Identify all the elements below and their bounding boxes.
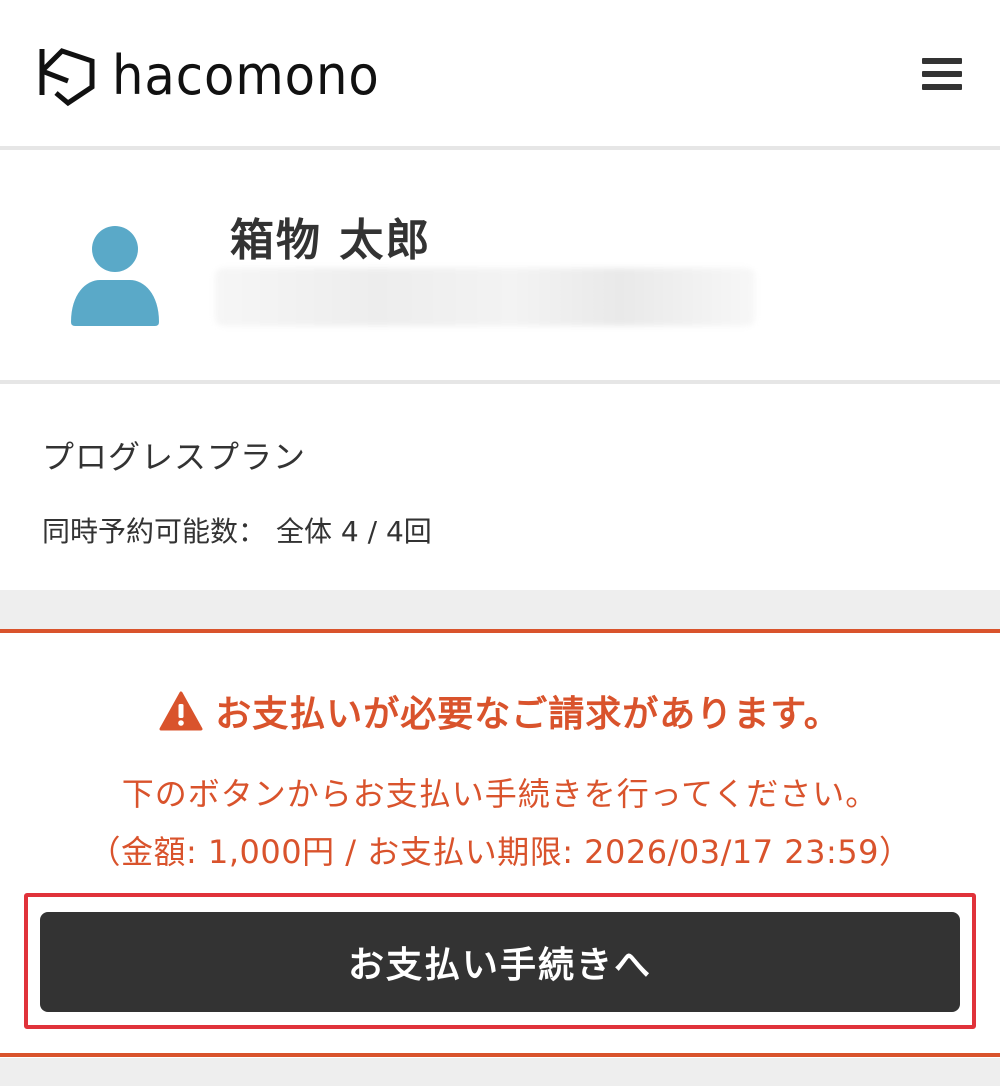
notice-title: お支払いが必要なご請求があります。 [215,694,841,735]
plan-section: プログレスプラン 同時予約可能数： 全体 4 / 4回 [0,384,1000,590]
section-spacer [0,590,1000,630]
profile-section: 箱物 太郎 [0,150,1000,380]
hacomono-logo[interactable]: hacomono [38,44,403,108]
user-avatar-icon [71,226,159,326]
app-header: hacomono [0,0,1000,146]
reservation-limit: 同時予約可能数： 全体 4 / 4回 [42,510,432,550]
pay-procedure-button[interactable]: お支払い手続きへ [40,912,960,1012]
reservation-limit-value: 全体 4 / 4回 [276,515,432,548]
warning-triangle-icon [159,691,203,731]
reservation-limit-label: 同時予約可能数： [42,515,267,548]
user-name: 箱物 太郎 [230,215,432,266]
notice-title-row: お支払いが必要なご請求があります。 [0,685,1000,737]
hacomono-logo-mark-icon [39,48,95,107]
logo-text: hacomono [112,44,380,107]
notice-message: 下のボタンからお支払い手続きを行ってください。 [121,775,879,813]
notice-amount-deadline: （金額: 1,000円 / お支払い期限: 2026/03/17 23:59） [88,833,912,871]
blurred-user-info [215,268,755,326]
bottom-spacer [0,1058,1000,1086]
plan-name: プログレスプラン [42,438,307,476]
hamburger-menu-icon[interactable] [922,58,962,90]
